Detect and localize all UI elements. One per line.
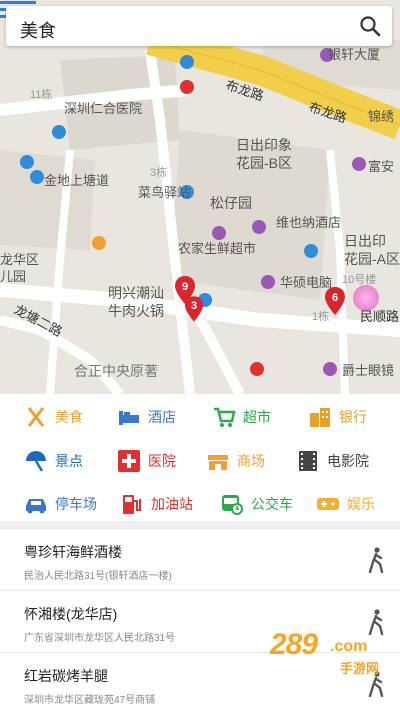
place-address: 深圳市龙华区藏珑苑47号商铺 [24,695,156,706]
hospital-icon [118,450,140,472]
parking-icon [26,499,46,514]
map-label: 3栋 [150,167,168,179]
bus-stop-icon[interactable] [30,170,44,184]
category-label: 电影院 [327,453,369,469]
category-entertainment[interactable]: 娱乐 [316,488,375,520]
bank-icon [310,408,330,427]
category-hospital[interactable]: 医院 [117,445,176,477]
bus-stop-icon[interactable] [52,125,66,139]
search-bar[interactable]: 美食 [6,6,392,46]
cart-icon [214,407,236,427]
place-name: 粤珍轩海鲜酒楼 [24,544,122,560]
location-dot-icon [353,285,379,311]
map-label: 明兴潮汕 [108,285,164,301]
map-label: 富安 [368,159,395,174]
map-label: 维也纳酒店 [276,215,342,230]
map-label: 日出印象 [236,137,292,153]
building-poi-icon[interactable] [323,362,337,376]
map-label: 锦绣 [368,109,395,124]
category-supermarket[interactable]: 超市 [212,401,271,433]
category-grid: 美食 酒店 超市 银行 景点 医院 商场 电影院 停车场 加油站 公交车 娱乐 [0,394,400,526]
category-label: 商场 [237,453,265,469]
map-label: 龙华区 [0,252,40,267]
map-label: 深圳仁合医院 [64,101,143,116]
game-icon [317,498,339,510]
building-poi-icon[interactable] [352,157,366,171]
place-name: 红岩碳烤羊腿 [24,668,108,684]
category-label: 医院 [148,453,176,469]
map-label: 松仔园 [210,195,252,211]
category-label: 美食 [55,409,83,425]
place-address: 广东省深圳市龙华区人民北路31号 [24,633,176,644]
category-label: 公交车 [251,496,293,512]
category-label: 银行 [339,409,367,425]
search-input[interactable]: 美食 [20,17,56,43]
building-poi-icon[interactable] [261,275,275,289]
place-name: 怀湘楼(龙华店) [24,606,118,622]
map-label: 金地上塘道 [44,173,110,188]
marker-label: 3 [190,300,198,312]
building-poi-icon[interactable] [212,226,226,240]
list-item[interactable]: 粤珍轩海鲜酒楼 民治人民北路31号(银轩酒店一楼) [0,528,400,589]
film-icon [299,451,317,471]
map-label: 日出印 [344,233,386,249]
map-label: 爵士眼镜 [342,363,395,378]
watermark-suffix: .com [330,638,368,655]
station-poi-icon[interactable] [250,362,264,376]
category-label: 景点 [55,453,83,469]
category-label: 超市 [243,409,271,425]
search-icon[interactable] [358,14,382,38]
umbrella-icon [26,451,46,472]
map-label: 10号楼 [342,274,377,286]
category-bus[interactable]: 公交车 [220,488,293,520]
fuel-icon [123,495,141,514]
category-gas-station[interactable]: 加油站 [120,488,193,520]
hotel-icon [119,411,139,425]
watermark-sub: 手游网 [340,661,380,676]
category-scenic[interactable]: 景点 [24,445,83,477]
mall-icon [208,455,228,470]
school-poi-icon[interactable] [92,236,106,250]
building-poi-icon[interactable] [252,220,266,234]
place-address: 民治人民北路31号(银轩酒店一楼) [24,571,172,582]
watermark-number: 289 [270,628,318,661]
map-label: 合正中央原著 [74,363,158,379]
walk-icon[interactable] [366,547,386,573]
category-label: 酒店 [148,409,176,425]
map-label: 11栋 [30,89,53,101]
marker-label: 6 [331,292,339,304]
category-label: 娱乐 [347,496,375,512]
watermark-logo: 289 .com 手游网 [270,628,394,676]
category-food[interactable]: 美食 [24,401,83,433]
map-label: 农家生鲜超市 [178,241,257,256]
category-hotel[interactable]: 酒店 [117,401,176,433]
bus-stop-icon[interactable] [304,244,318,258]
map-label: 银轩大厦 [328,47,381,62]
bus-stop-icon[interactable] [180,55,194,69]
hospital-poi-icon[interactable] [180,80,194,94]
marker-label: 9 [181,281,189,293]
category-label: 加油站 [151,496,193,512]
map-label: 花园-A区 [344,251,400,267]
bus-stop-icon[interactable] [20,155,34,169]
bus-icon [222,495,243,515]
road-label: 民顺路 [360,309,400,324]
map-label: 花园-B区 [236,155,292,171]
category-parking[interactable]: 停车场 [24,488,97,520]
map-label: 牛肉火锅 [108,303,164,319]
food-icon [27,407,45,427]
category-bank[interactable]: 银行 [308,401,367,433]
category-mall[interactable]: 商场 [206,445,265,477]
map-label: 菜鸟驿站 [138,185,191,200]
category-label: 停车场 [55,496,97,512]
map-label: 儿园 [0,269,27,284]
category-cinema[interactable]: 电影院 [296,445,369,477]
map-view[interactable]: 11栋 深圳仁合医院 布龙路 布龙路 银轩大厦 锦绣 日出印象 花园-B区 富安… [0,0,400,394]
